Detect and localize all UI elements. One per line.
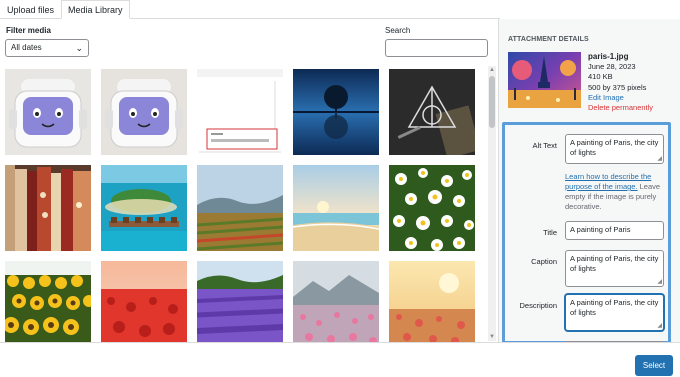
delete-permanently-link[interactable]: Delete permanently xyxy=(588,103,678,113)
attachment-filename: paris-1.jpg xyxy=(588,52,629,61)
description-value: A painting of Paris, the city of lights xyxy=(570,298,659,317)
media-item-red-poppy-field[interactable] xyxy=(101,261,187,342)
media-grid xyxy=(5,69,483,342)
date-filter-select[interactable]: All dates ⌄ xyxy=(5,39,89,57)
search-input[interactable] xyxy=(385,39,488,57)
media-modal-footer: Select xyxy=(0,342,680,377)
sunflower-image-icon xyxy=(5,261,91,342)
media-item-sunset-flowers[interactable] xyxy=(389,261,475,342)
caption-field[interactable]: A painting of Paris, the city of lights … xyxy=(565,250,664,287)
media-item-daisy-field[interactable] xyxy=(389,165,475,251)
robot-image-icon xyxy=(5,69,91,155)
alt-text-field[interactable]: A painting of Paris, the city of lights … xyxy=(565,134,664,164)
select-button[interactable]: Select xyxy=(635,355,673,376)
media-item-sunflower-field[interactable] xyxy=(5,261,91,342)
date-filter-value: All dates xyxy=(11,43,42,52)
title-value: A painting of Paris xyxy=(570,225,631,234)
meadow-image-icon xyxy=(293,261,379,342)
attachment-details-panel: ATTACHMENT DETAILS paris-1.jpg June 28, … xyxy=(498,19,680,344)
chevron-down-icon: ⌄ xyxy=(75,43,83,53)
caption-label: Caption xyxy=(531,257,557,266)
flowers-image-icon xyxy=(389,261,475,342)
screenshot-image-icon xyxy=(197,69,283,155)
edit-image-link[interactable]: Edit Image xyxy=(588,93,678,103)
tree-image-icon xyxy=(293,69,379,155)
daisy-image-icon xyxy=(389,165,475,251)
media-tabs: Upload files Media Library xyxy=(0,0,500,19)
scrollbar-thumb[interactable] xyxy=(489,76,495,128)
poppy-image-icon xyxy=(101,261,187,342)
scroll-down-arrow-icon[interactable]: ▼ xyxy=(488,333,496,341)
media-item-screenshot-form[interactable] xyxy=(197,69,283,155)
robot-image-icon xyxy=(101,69,187,155)
media-item-robot-face-2[interactable] xyxy=(101,69,187,155)
search-label: Search xyxy=(385,26,411,35)
attachment-settings-highlight: Alt Text A painting of Paris, the city o… xyxy=(502,122,671,344)
tab-upload-files[interactable]: Upload files xyxy=(0,0,61,19)
scroll-up-arrow-icon[interactable]: ▲ xyxy=(488,66,496,74)
media-item-mountain-flower-meadow[interactable] xyxy=(293,261,379,342)
attachment-date: June 28, 2023 xyxy=(588,62,636,72)
clothes-image-icon xyxy=(5,165,91,251)
resize-handle-icon[interactable]: ◢ xyxy=(657,279,662,285)
vineyard-image-icon xyxy=(197,165,283,251)
resize-handle-icon[interactable]: ◢ xyxy=(657,323,662,329)
attachment-filesize: 410 KB xyxy=(588,72,613,82)
attachment-details-heading: ATTACHMENT DETAILS xyxy=(508,36,589,43)
alt-text-value: A painting of Paris, the city of lights xyxy=(570,138,659,157)
media-item-robot-face-1[interactable] xyxy=(5,69,91,155)
resize-handle-icon[interactable]: ◢ xyxy=(657,156,662,162)
filter-media-label: Filter media xyxy=(6,26,51,35)
beach-image-icon xyxy=(293,165,379,251)
lavender-image-icon xyxy=(197,261,283,342)
attachment-thumbnail xyxy=(508,52,581,108)
description-label: Description xyxy=(519,301,557,310)
media-item-clothing-rack[interactable] xyxy=(5,165,91,251)
title-label: Title xyxy=(543,228,557,237)
media-item-vineyard-landscape[interactable] xyxy=(197,165,283,251)
alt-text-help: Learn how to describe the purpose of the… xyxy=(565,172,667,212)
triangle-image-icon xyxy=(389,69,475,155)
media-item-tropical-island[interactable] xyxy=(101,165,187,251)
caption-value: A painting of Paris, the city of lights xyxy=(570,254,659,273)
attachment-dimensions: 500 by 375 pixels xyxy=(588,82,647,92)
media-item-beach-sunset[interactable] xyxy=(293,165,379,251)
media-item-lone-tree-reflection[interactable] xyxy=(293,69,379,155)
media-item-deathly-hallows-art[interactable] xyxy=(389,69,475,155)
description-field[interactable]: A painting of Paris, the city of lights … xyxy=(565,294,664,331)
alt-text-label: Alt Text xyxy=(532,141,557,150)
tab-media-library[interactable]: Media Library xyxy=(61,0,130,19)
media-grid-scrollbar[interactable]: ▲ ▼ xyxy=(488,66,496,341)
media-item-lavender-field[interactable] xyxy=(197,261,283,342)
title-field[interactable]: A painting of Paris xyxy=(565,221,664,240)
island-image-icon xyxy=(101,165,187,251)
attachment-info: paris-1.jpg June 28, 2023 410 KB 500 by … xyxy=(588,52,678,113)
paris-painting-image-icon xyxy=(508,52,581,108)
